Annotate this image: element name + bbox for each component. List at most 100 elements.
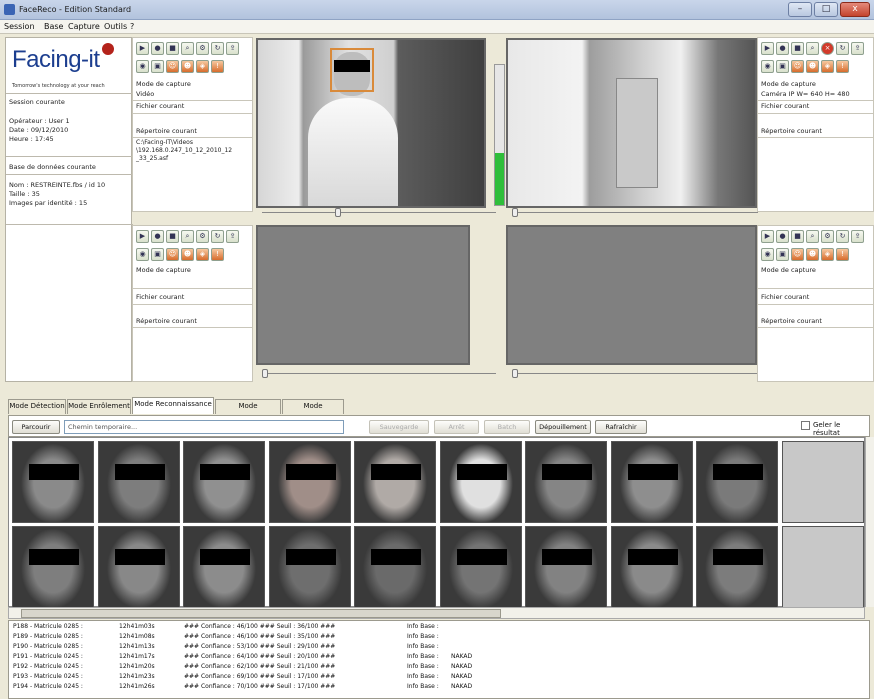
menu-help[interactable]: ?	[130, 22, 134, 31]
stop-icon[interactable]: ■	[166, 42, 179, 55]
record-icon[interactable]: ●	[151, 230, 164, 243]
minimize-button[interactable]: –	[788, 2, 812, 17]
recognize-icon[interactable]: ☻	[806, 60, 819, 73]
face-thumbnail[interactable]	[525, 526, 607, 608]
alert-icon[interactable]: !	[211, 60, 224, 73]
frame-icon[interactable]: ▣	[776, 248, 789, 261]
video-feed-1[interactable]	[256, 38, 486, 208]
slider-thumb[interactable]	[334, 208, 341, 217]
record-icon[interactable]: ●	[776, 230, 789, 243]
video-feed-2[interactable]	[506, 38, 757, 208]
settings-icon[interactable]: ⚙	[196, 42, 209, 55]
face-thumbnail[interactable]	[439, 526, 522, 608]
snapshot-icon[interactable]: ◉	[136, 60, 149, 73]
stop-icon[interactable]: ■	[791, 42, 804, 55]
analysis-button[interactable]: Dépouillement	[535, 420, 591, 434]
detect-icon[interactable]: ☺	[791, 60, 804, 73]
track-icon[interactable]: ◈	[821, 248, 834, 261]
face-thumbnail[interactable]	[610, 526, 693, 608]
stop-icon[interactable]: ■	[791, 230, 804, 243]
alert-icon[interactable]: !	[211, 248, 224, 261]
slider-thumb[interactable]	[512, 208, 518, 217]
save-button[interactable]: Sauvegarde	[369, 420, 429, 434]
face-thumbnail[interactable]	[183, 526, 265, 608]
face-thumbnail[interactable]	[525, 441, 607, 523]
search-icon[interactable]: ⌕	[181, 230, 194, 243]
face-thumbnail[interactable]	[268, 441, 351, 523]
slider-thumb[interactable]	[512, 369, 518, 378]
tab-enrolment[interactable]: Mode Enrôlement	[67, 399, 131, 414]
video-1-slider[interactable]	[262, 208, 496, 217]
freeze-result-checkbox[interactable]	[801, 421, 810, 430]
detect-icon[interactable]: ☺	[791, 248, 804, 261]
video-4-slider[interactable]	[512, 369, 758, 378]
record-icon[interactable]: ●	[151, 42, 164, 55]
search-icon[interactable]: ⌕	[181, 42, 194, 55]
menu-tools[interactable]: Outils	[104, 22, 127, 31]
search-icon[interactable]: ⌕	[806, 42, 819, 55]
track-icon[interactable]: ◈	[196, 60, 209, 73]
face-thumbnail[interactable]	[12, 526, 94, 608]
tab-detection[interactable]: Mode Détection	[8, 399, 66, 414]
capture-icon[interactable]: ▶	[761, 42, 774, 55]
face-thumbnail[interactable]	[610, 441, 693, 523]
face-thumbnail[interactable]	[183, 441, 265, 523]
video-3-slider[interactable]	[262, 369, 496, 378]
close-stream-icon[interactable]: ×	[821, 42, 834, 55]
face-thumbnail[interactable]	[439, 441, 522, 523]
face-thumbnail[interactable]	[12, 441, 94, 523]
face-thumbnail[interactable]	[354, 441, 436, 523]
refresh-icon[interactable]: ↻	[211, 230, 224, 243]
export-icon[interactable]: ⇪	[226, 230, 239, 243]
maximize-button[interactable]: □	[814, 2, 838, 17]
tab-verification[interactable]: Mode Vérification	[282, 399, 344, 423]
empty-face-slot[interactable]	[781, 441, 864, 523]
recognize-icon[interactable]: ☻	[181, 60, 194, 73]
tab-recognition[interactable]: Mode Reconnaissance	[132, 397, 214, 414]
scrollbar-thumb[interactable]	[21, 609, 501, 618]
record-icon[interactable]: ●	[776, 42, 789, 55]
refresh-icon[interactable]: ↻	[836, 230, 849, 243]
snapshot-icon[interactable]: ◉	[761, 60, 774, 73]
refresh-icon[interactable]: ↻	[211, 42, 224, 55]
refresh-button[interactable]: Rafraîchir	[595, 420, 647, 434]
grid-vertical-scrollbar[interactable]	[865, 437, 874, 607]
export-icon[interactable]: ⇪	[851, 230, 864, 243]
capture-icon[interactable]: ▶	[136, 42, 149, 55]
export-icon[interactable]: ⇪	[851, 42, 864, 55]
menu-base[interactable]: Base	[44, 22, 63, 31]
recognize-icon[interactable]: ☻	[181, 248, 194, 261]
search-icon[interactable]: ⌕	[806, 230, 819, 243]
stop-icon[interactable]: ■	[166, 230, 179, 243]
empty-face-slot[interactable]	[781, 526, 864, 608]
export-icon[interactable]: ⇪	[226, 42, 239, 55]
face-thumbnail[interactable]	[97, 526, 180, 608]
close-button[interactable]: x	[840, 2, 870, 17]
recognize-icon[interactable]: ☻	[806, 248, 819, 261]
batch-button[interactable]: Batch	[484, 420, 530, 434]
stop-button[interactable]: Arrêt	[434, 420, 479, 434]
frame-icon[interactable]: ▣	[776, 60, 789, 73]
track-icon[interactable]: ◈	[821, 60, 834, 73]
face-thumbnail[interactable]	[268, 526, 351, 608]
refresh-icon[interactable]: ↻	[836, 42, 849, 55]
frame-icon[interactable]: ▣	[151, 60, 164, 73]
capture-icon[interactable]: ▶	[136, 230, 149, 243]
video-2-slider[interactable]	[512, 208, 758, 217]
settings-icon[interactable]: ⚙	[821, 230, 834, 243]
tab-surveillance[interactable]: Mode Surveillance	[215, 399, 281, 423]
snapshot-icon[interactable]: ◉	[136, 248, 149, 261]
frame-icon[interactable]: ▣	[151, 248, 164, 261]
face-thumbnail[interactable]	[696, 441, 778, 523]
snapshot-icon[interactable]: ◉	[761, 248, 774, 261]
alert-icon[interactable]: !	[836, 248, 849, 261]
slider-thumb[interactable]	[262, 369, 268, 378]
settings-icon[interactable]: ⚙	[196, 230, 209, 243]
face-thumbnail[interactable]	[354, 526, 436, 608]
detect-icon[interactable]: ☺	[166, 60, 179, 73]
face-thumbnail[interactable]	[696, 526, 778, 608]
video-feed-3[interactable]	[256, 225, 470, 365]
video-feed-4[interactable]	[506, 225, 757, 365]
alert-icon[interactable]: !	[836, 60, 849, 73]
browse-button[interactable]: Parcourir	[12, 420, 60, 434]
